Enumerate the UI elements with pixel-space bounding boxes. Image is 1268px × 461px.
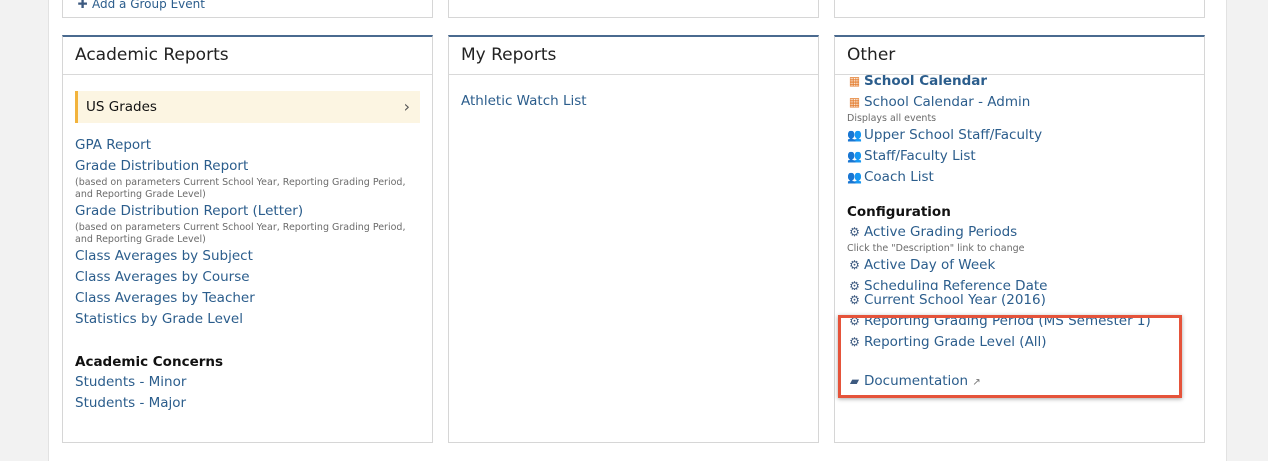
gear-icon: ⚙ (849, 225, 860, 239)
users-icon: 👥 (847, 128, 862, 142)
my-reports-list: Athletic Watch List (449, 75, 818, 120)
my-reports-title: My Reports (449, 37, 818, 75)
school-calendar-admin-link[interactable]: ▦ School Calendar - Admin (847, 92, 1192, 113)
configuration-heading: Configuration (847, 204, 951, 220)
calendar-description: Displays all events (847, 113, 937, 124)
gear-icon: ⚙ (849, 258, 860, 272)
active-grading-periods-link[interactable]: ⚙ Active Grading Periods (847, 222, 1192, 243)
other-panel: Other ▦ School Calendar ▦ School Calendar … (834, 35, 1205, 443)
top-panel-fragment-right (834, 0, 1205, 18)
gear-icon: ⚙ (849, 293, 860, 307)
scheduling-reference-date-link[interactable]: ⚙ Scheduling Reference Date (847, 276, 1192, 290)
school-calendar-link[interactable]: ▦ School Calendar (847, 71, 1192, 92)
academic-report-link[interactable]: Class Averages by Course (75, 267, 420, 288)
top-panel-fragment-middle (448, 0, 819, 18)
my-report-link[interactable]: Athletic Watch List (461, 91, 806, 112)
report-description: (based on parameters Current School Year… (75, 177, 406, 200)
add-group-event-link[interactable]: ✚ Add a Group Event (63, 0, 432, 12)
academic-links-list: GPA Report Grade Distribution Report (base… (75, 135, 420, 330)
other-title: Other (835, 37, 1204, 75)
academic-concerns-heading: Academic Concerns (75, 354, 224, 370)
academic-reports-panel: Academic Reports US Grades › GPA Report G… (62, 35, 433, 443)
users-icon: 👥 (847, 149, 862, 163)
academic-concerns-list: Students - Minor Students - Major (75, 372, 420, 414)
gear-icon: ⚙ (849, 279, 860, 290)
gear-icon: ⚙ (849, 335, 860, 349)
grading-periods-description: Click the "Description" link to change (847, 243, 1025, 254)
users-icon: 👥 (847, 170, 862, 184)
top-panel-fragment-left: ✚ Add a Group Event (62, 0, 433, 18)
plus-icon: ✚ (77, 0, 88, 11)
documentation-link[interactable]: ▰ Documentation ↗ (847, 371, 1192, 393)
chevron-right-icon: › (403, 97, 410, 116)
active-day-of-week-link[interactable]: ⚙ Active Day of Week (847, 255, 1192, 276)
report-description: (based on parameters Current School Year… (75, 222, 406, 245)
academic-report-link[interactable]: Grade Distribution Report (Letter) (75, 201, 420, 222)
academic-report-link[interactable]: Class Averages by Teacher (75, 288, 420, 309)
calendar-icon: ▦ (848, 95, 861, 109)
staff-faculty-list-link[interactable]: 👥 Staff/Faculty List (847, 146, 1192, 167)
current-school-year-link[interactable]: ⚙ Current School Year (2016) (847, 290, 1192, 311)
my-reports-panel: My Reports Athletic Watch List (448, 35, 819, 443)
upper-school-staff-link[interactable]: 👥 Upper School Staff/Faculty (847, 125, 1192, 146)
us-grades-row[interactable]: US Grades › (75, 91, 420, 123)
academic-report-link[interactable]: Grade Distribution Report (75, 156, 420, 177)
us-grades-label: US Grades (86, 99, 157, 115)
academic-report-link[interactable]: Class Averages by Subject (75, 246, 420, 267)
book-icon: ▰ (849, 374, 860, 388)
external-link-icon: ↗ (972, 377, 981, 388)
coach-list-link[interactable]: 👥 Coach List (847, 167, 1192, 188)
academic-concern-link[interactable]: Students - Minor (75, 372, 420, 393)
academic-report-link[interactable]: Statistics by Grade Level (75, 309, 420, 330)
reporting-grading-period-link[interactable]: ⚙ Reporting Grading Period (MS Semester 1… (847, 311, 1192, 332)
academic-concern-link[interactable]: Students - Major (75, 393, 420, 414)
reporting-grade-level-link[interactable]: ⚙ Reporting Grade Level (All) (847, 332, 1192, 353)
gear-icon: ⚙ (849, 314, 860, 328)
academic-report-link[interactable]: GPA Report (75, 135, 420, 156)
academic-reports-title: Academic Reports (63, 37, 432, 75)
calendar-icon: ▦ (848, 74, 861, 88)
